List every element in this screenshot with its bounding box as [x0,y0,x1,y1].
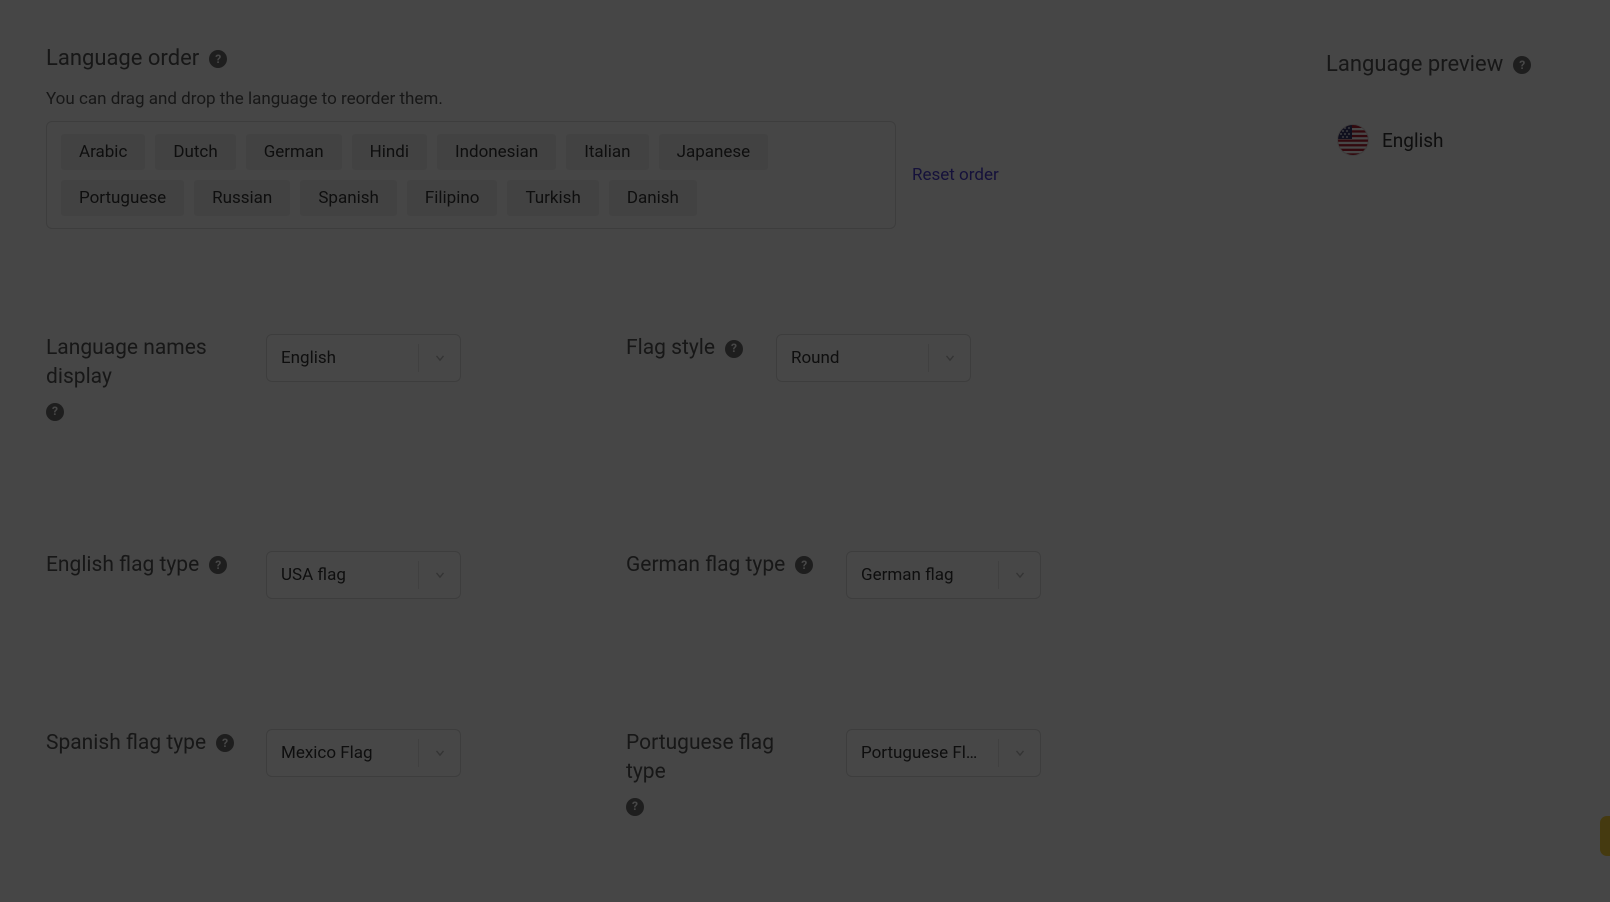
modal-overlay[interactable] [0,0,1610,902]
